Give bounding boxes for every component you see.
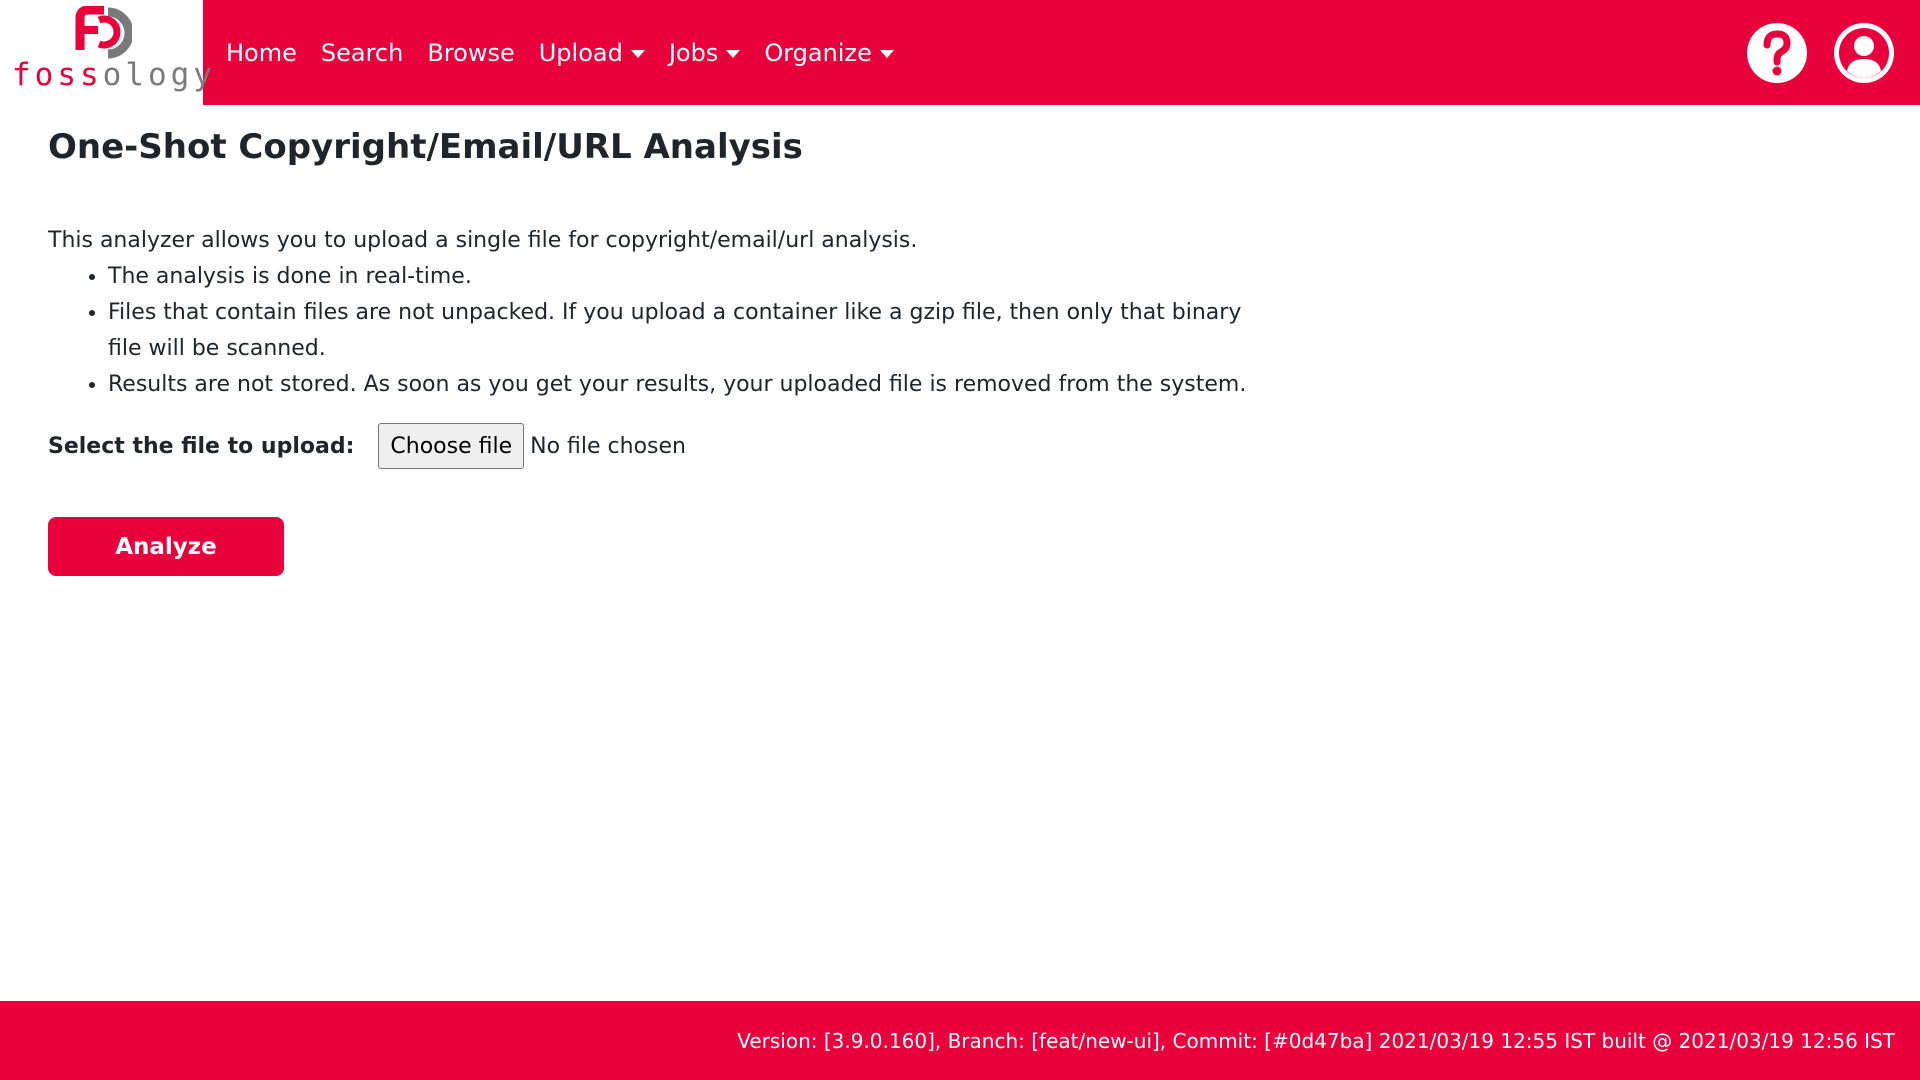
main-nav: Home Search Browse Upload Jobs Organize	[226, 0, 918, 105]
nav-organize-dropdown[interactable]: Organize	[764, 39, 894, 67]
nav-search[interactable]: Search	[321, 39, 403, 67]
brand-name-part2: ology	[102, 57, 216, 93]
nav-home-label: Home	[226, 38, 297, 67]
page-title: One-Shot Copyright/Email/URL Analysis	[48, 127, 803, 167]
brand-logo[interactable]: fossology	[0, 0, 212, 105]
nav-upload-dropdown[interactable]: Upload	[539, 39, 645, 67]
top-navbar: fossology Home Search Browse Upload Jobs…	[0, 0, 1920, 105]
list-item: Results are not stored. As soon as you g…	[108, 367, 1248, 403]
analyze-button[interactable]: Analyze	[48, 517, 284, 576]
info-list: The analysis is done in real-time. Files…	[48, 259, 1248, 403]
brand-name: fossology	[12, 60, 216, 91]
nav-browse-label: Browse	[427, 38, 515, 67]
file-upload-row: Select the file to upload: Choose file N…	[48, 423, 686, 469]
brand-name-part1: foss	[12, 57, 103, 93]
nav-home[interactable]: Home	[226, 39, 297, 67]
nav-jobs-label: Jobs	[668, 38, 719, 67]
nav-upload-label: Upload	[538, 38, 623, 67]
footer: Version: [3.9.0.160], Branch: [feat/new-…	[0, 1001, 1920, 1080]
nav-browse[interactable]: Browse	[427, 39, 514, 67]
choose-file-button[interactable]: Choose file	[378, 423, 525, 469]
caret-down-icon	[630, 49, 645, 58]
nav-jobs-dropdown[interactable]: Jobs	[669, 39, 741, 67]
nav-search-label: Search	[320, 38, 404, 67]
nav-organize-label: Organize	[764, 38, 872, 67]
caret-down-icon	[879, 49, 894, 58]
version-info: Version: [3.9.0.160], Branch: [feat/new-…	[737, 1028, 1895, 1053]
intro-text: This analyzer allows you to upload a sin…	[48, 228, 918, 253]
caret-down-icon	[726, 49, 741, 58]
file-chosen-status: No file chosen	[530, 433, 686, 459]
list-item: The analysis is done in real-time.	[108, 259, 1248, 295]
file-upload-label: Select the file to upload:	[48, 433, 355, 459]
help-icon[interactable]	[1746, 22, 1808, 84]
fossology-logo-icon	[75, 6, 132, 59]
user-account-icon[interactable]	[1833, 22, 1895, 84]
list-item: Files that contain files are not unpacke…	[108, 295, 1248, 367]
